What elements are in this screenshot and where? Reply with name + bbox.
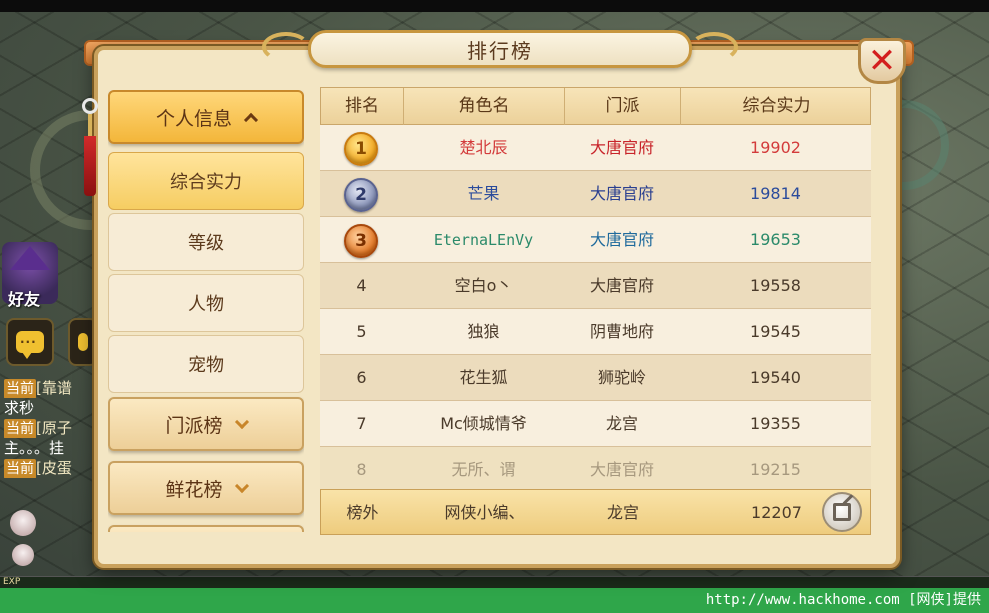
player-school: 大唐官府 [589, 460, 654, 479]
player-rank: 6 [356, 368, 367, 387]
tassel-cord [88, 114, 92, 136]
player-school: 大唐官府 [589, 138, 654, 157]
player-rank: 8 [356, 460, 367, 479]
sidebar-item-label: 综合实力 [170, 172, 242, 193]
gold-medal-icon: 1 [344, 132, 378, 166]
player-name: 芒果 [467, 184, 500, 203]
sidebar-group-label: 个人信息 [155, 107, 232, 130]
player-name: 楚北辰 [459, 138, 508, 157]
column-header-school: 门派 [565, 88, 681, 126]
my-rank: 榜外 [346, 503, 379, 522]
microphone-icon [78, 333, 88, 351]
share-icon [833, 494, 854, 521]
sidebar-group-personal[interactable]: 个人信息 [108, 90, 304, 144]
exp-label: EXP [3, 577, 21, 587]
exp-bar [0, 576, 989, 588]
ranking-table: 排名 角色名 门派 综合实力 1 楚北辰 大唐官府 19902 2 芒果 大唐官… [320, 87, 871, 533]
panel-title: 排行榜 [467, 38, 533, 63]
player-power: 19540 [750, 368, 801, 387]
watermark-text: http://www.hackhome.com [网侠]提供 [705, 592, 981, 608]
player-name: 无所、谓 [451, 460, 516, 479]
player-power: 19558 [750, 276, 801, 295]
table-row[interactable]: 4 空白o丶 大唐官府 19558 [320, 263, 871, 309]
sidebar-item-label: 等级 [188, 233, 224, 254]
column-header-name: 角色名 [404, 88, 565, 126]
table-row[interactable]: 6 花生狐 狮驼岭 19540 [320, 355, 871, 401]
table-row[interactable]: 5 独狼 阴曹地府 19545 [320, 309, 871, 355]
table-header: 排名 角色名 门派 综合实力 [320, 87, 871, 126]
sidebar-item-character[interactable]: 人物 [108, 274, 304, 332]
sidebar-group-school[interactable]: 门派榜 [108, 397, 304, 451]
player-rank: 4 [356, 276, 367, 295]
panel-title-plate: 排行榜 [308, 30, 692, 68]
table-row[interactable]: 8 无所、谓 大唐官府 19215 [320, 447, 871, 493]
table-row[interactable]: 1 楚北辰 大唐官府 19902 [320, 125, 871, 171]
sidebar-item-label: 宠物 [188, 355, 224, 376]
sidebar-item-label: 人物 [188, 294, 224, 315]
table-row[interactable]: 3 EternaLEnVy 大唐官府 19653 [320, 217, 871, 263]
player-power: 19814 [750, 184, 801, 203]
sidebar-item-overall-power[interactable]: 综合实力 [108, 152, 304, 210]
chat-line: 求秒 [4, 399, 35, 417]
my-ranking-row: 榜外 网侠小编、 龙宫 12207 [320, 489, 871, 535]
silver-medal-icon: 2 [344, 178, 378, 212]
player-name: 独狼 [467, 322, 500, 341]
player-school: 大唐官府 [589, 184, 654, 203]
player-school: 狮驼岭 [597, 368, 646, 387]
title-scroll-ornament [690, 32, 738, 62]
table-row[interactable]: 7 Mc倾城情爷 龙宫 19355 [320, 401, 871, 447]
pet-avatar [10, 510, 36, 536]
bronze-medal-icon: 3 [344, 224, 378, 258]
sidebar-group-flower[interactable]: 鲜花榜 [108, 461, 304, 515]
title-scroll-ornament [262, 32, 310, 62]
player-name: 空白o丶 [454, 276, 513, 295]
chat-line: 当前 [原子 [4, 419, 72, 438]
wizard-hat-icon [10, 246, 50, 270]
sidebar-item-level[interactable]: 等级 [108, 213, 304, 271]
column-header-rank: 排名 [321, 88, 404, 126]
player-name: Mc倾城情爷 [440, 414, 527, 433]
chat-line: 当前 [皮蛋 [4, 459, 72, 478]
chevron-down-icon [234, 478, 249, 493]
sidebar-group-label: 鲜花榜 [165, 478, 223, 501]
chat-line: 当前 [靠谱 [4, 379, 72, 398]
sidebar-group-label: 门派榜 [165, 414, 223, 437]
sidebar-item-pet[interactable]: 宠物 [108, 335, 304, 393]
player-school: 阴曹地府 [589, 322, 654, 341]
player-school: 龙宫 [605, 414, 638, 433]
player-name: EternaLEnVy [433, 231, 534, 249]
player-power: 19545 [750, 322, 801, 341]
tassel-ornament [82, 70, 98, 200]
column-header-power: 综合实力 [742, 96, 811, 116]
chat-bubble-icon: ··· [16, 331, 44, 359]
chat-line: 主。。。挂 [4, 439, 65, 457]
pet-avatar [12, 544, 34, 566]
my-name: 网侠小编、 [444, 503, 525, 522]
chat-button[interactable]: ··· [6, 318, 54, 366]
close-button[interactable]: ✕ [858, 38, 906, 84]
table-row[interactable]: 2 芒果 大唐官府 19814 [320, 171, 871, 217]
player-power: 19355 [750, 414, 801, 433]
chevron-down-icon [234, 414, 249, 429]
player-name: 花生狐 [459, 368, 508, 387]
player-power: 19215 [750, 460, 801, 479]
friend-label: 好友 [8, 290, 41, 309]
tassel-tail [84, 136, 96, 196]
close-x-icon: ✕ [867, 41, 897, 81]
chat-log: 当前 [靠谱 求秒 当前 [原子 主。。。挂 当前 [皮蛋 [4, 378, 98, 478]
player-power: 19653 [750, 230, 801, 249]
top-black-bar [0, 0, 989, 12]
player-power: 19902 [750, 138, 801, 157]
player-school: 大唐官府 [589, 276, 654, 295]
chevron-up-icon [243, 112, 259, 127]
sidebar-group-more[interactable] [108, 525, 304, 532]
ranking-category-sidebar: 个人信息 综合实力 等级 人物 宠物 门派榜 鲜花榜 [108, 90, 304, 532]
tassel-ring [82, 98, 98, 114]
share-button[interactable] [822, 492, 862, 532]
player-rank: 7 [356, 414, 367, 433]
player-rank: 5 [356, 322, 367, 341]
my-school: 龙宫 [606, 503, 639, 522]
player-school: 大唐官府 [589, 230, 654, 249]
